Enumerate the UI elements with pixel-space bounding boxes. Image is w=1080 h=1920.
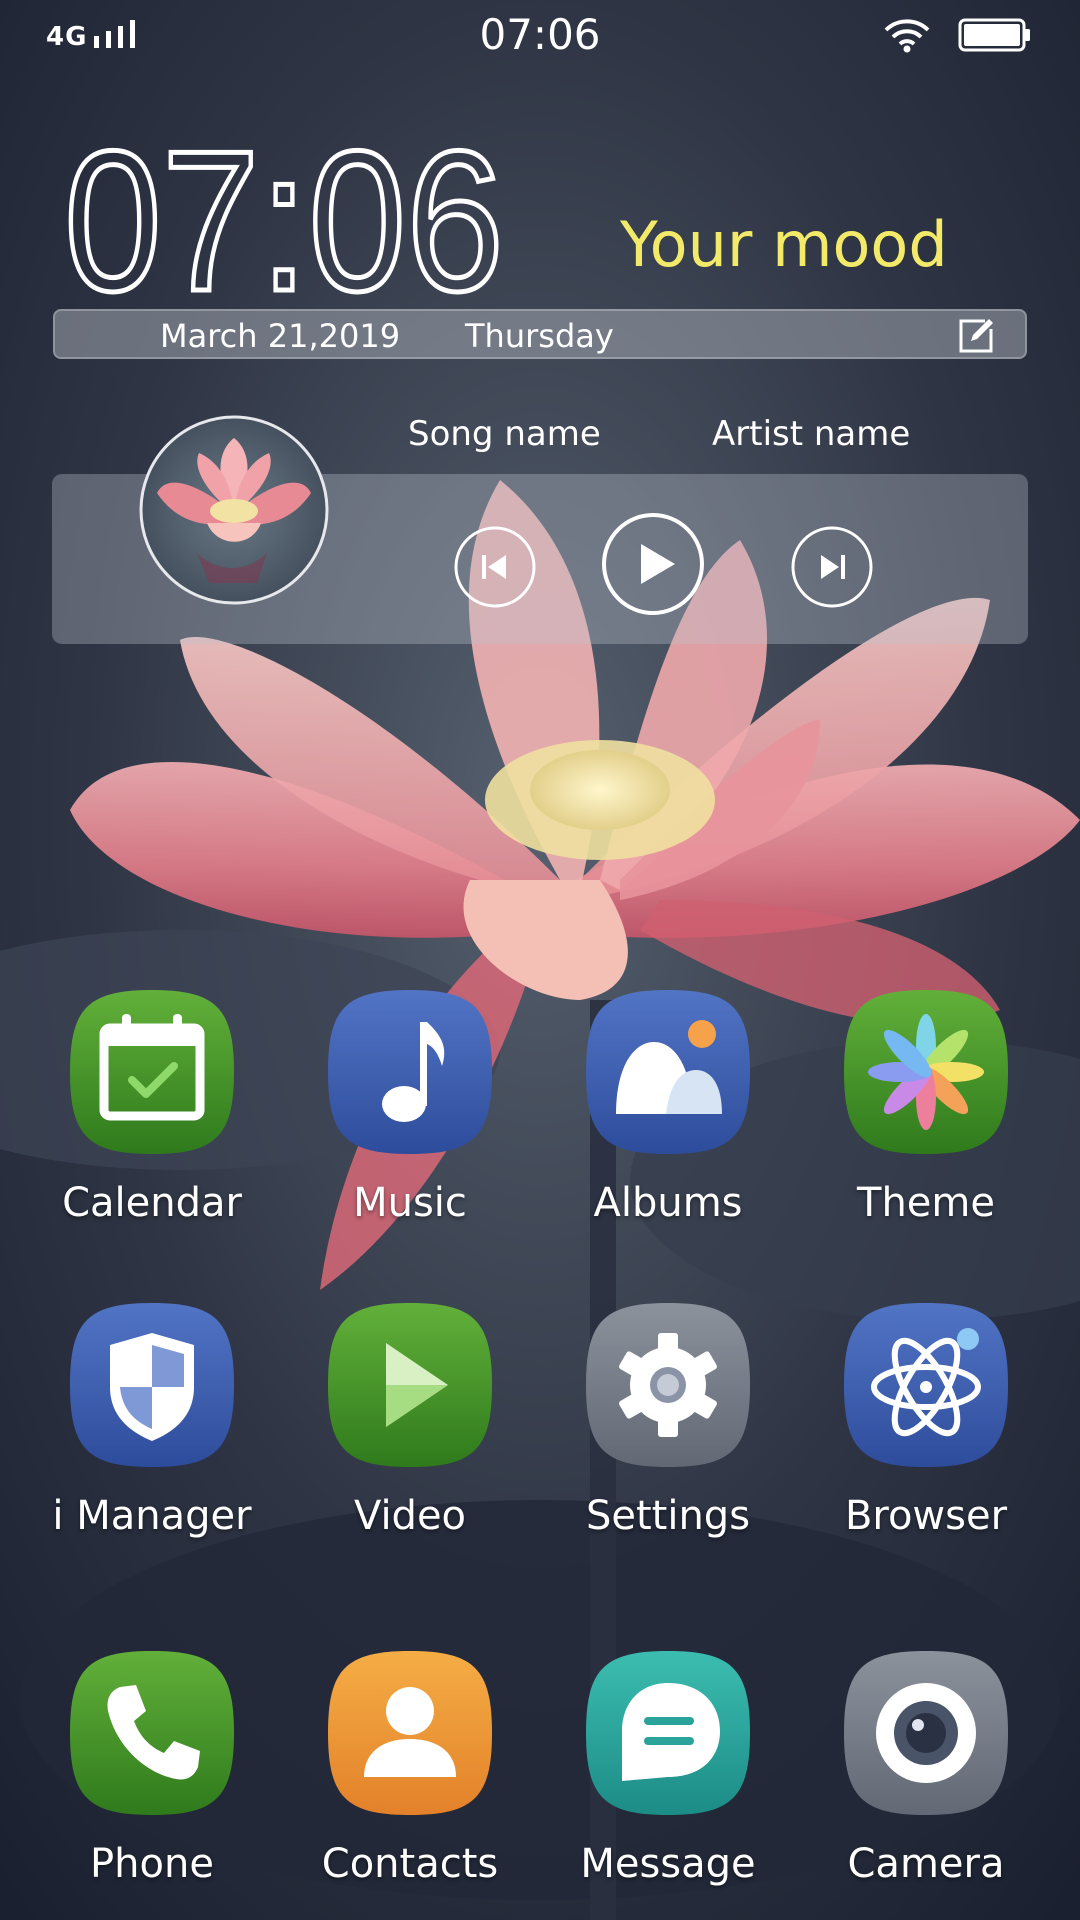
app-browser[interactable]: Browser — [806, 1299, 1046, 1539]
app-calendar[interactable]: Calendar — [32, 986, 272, 1226]
theme-flower-icon — [844, 990, 1008, 1154]
app-label: Contacts — [321, 1841, 499, 1887]
song-name: Song name — [408, 414, 601, 454]
gear-icon — [586, 1303, 750, 1467]
weekday-text: Thursday — [465, 317, 614, 355]
app-label: Music — [353, 1180, 467, 1226]
app-phone[interactable]: Phone — [32, 1647, 272, 1887]
app-camera[interactable]: Camera — [806, 1647, 1046, 1887]
date-text: March 21,2019 — [160, 317, 401, 355]
contact-person-icon — [328, 1651, 492, 1815]
app-label: Albums — [593, 1180, 743, 1226]
app-theme[interactable]: Theme — [806, 986, 1046, 1226]
edit-icon[interactable] — [957, 317, 995, 355]
calendar-icon — [70, 990, 234, 1154]
previous-track-icon[interactable] — [452, 524, 538, 610]
app-label: Video — [353, 1493, 467, 1539]
date-bar: March 21,2019 Thursday — [53, 309, 1027, 359]
app-contacts[interactable]: Contacts — [290, 1647, 530, 1887]
artist-name: Artist name — [712, 414, 911, 454]
play-icon[interactable] — [599, 510, 707, 618]
atom-icon — [844, 1303, 1008, 1467]
message-bubble-icon — [586, 1651, 750, 1815]
app-label: Theme — [857, 1180, 995, 1226]
phone-icon — [70, 1651, 234, 1815]
app-label: Settings — [585, 1493, 751, 1539]
app-video[interactable]: Video — [290, 1299, 530, 1539]
shield-icon — [70, 1303, 234, 1467]
mood-label[interactable]: Your mood — [620, 208, 948, 281]
video-play-icon — [328, 1303, 492, 1467]
next-track-icon[interactable] — [789, 524, 875, 610]
albums-icon — [586, 990, 750, 1154]
status-bar: 4G 07:06 — [0, 0, 1080, 70]
album-art[interactable] — [137, 413, 331, 607]
app-settings[interactable]: Settings — [548, 1299, 788, 1539]
app-i-manager[interactable]: i Manager — [32, 1299, 272, 1539]
app-label: Calendar — [62, 1180, 242, 1226]
wifi-icon — [884, 19, 930, 53]
camera-lens-icon — [844, 1651, 1008, 1815]
app-message[interactable]: Message — [548, 1647, 788, 1887]
app-label: Browser — [844, 1493, 1008, 1539]
app-label: i Manager — [52, 1493, 252, 1539]
app-label: Message — [580, 1841, 756, 1887]
big-clock-text: 07:06 — [64, 120, 504, 310]
app-albums[interactable]: Albums — [548, 986, 788, 1226]
big-clock[interactable]: 07:06 — [64, 120, 524, 310]
music-note-icon — [328, 990, 492, 1154]
battery-icon — [958, 18, 1030, 52]
app-music[interactable]: Music — [290, 986, 530, 1226]
app-label: Camera — [847, 1841, 1005, 1887]
app-label: Phone — [90, 1841, 214, 1887]
